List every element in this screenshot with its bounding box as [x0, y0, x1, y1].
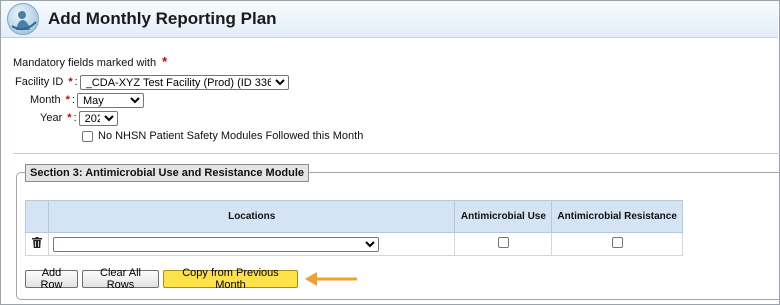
no-modules-label: No NHSN Patient Safety Modules Followed …	[98, 130, 364, 142]
add-row-button[interactable]: Add Row	[25, 267, 78, 291]
nhsn-logo-icon	[7, 3, 39, 35]
locations-table: Locations Antimicrobial Use Antimicrobia…	[25, 200, 683, 256]
page-title: Add Monthly Reporting Plan	[48, 9, 277, 28]
section-3-legend: Section 3: Antimicrobial Use and Resista…	[25, 164, 310, 182]
month-label-text: Month	[30, 94, 61, 106]
mandatory-note: Mandatory fields marked with *	[13, 54, 167, 69]
trash-icon[interactable]	[31, 237, 42, 251]
facility-label: Facility ID *:	[15, 76, 78, 88]
antimicrobial-use-column-header: Antimicrobial Use	[454, 200, 553, 233]
month-row: Month *: May	[30, 92, 144, 108]
antimicrobial-resistance-checkbox[interactable]	[611, 237, 623, 248]
facility-required-mark: *	[68, 76, 73, 88]
year-label: Year *:	[40, 112, 77, 124]
delete-column-header	[25, 200, 49, 233]
no-modules-checkbox[interactable]	[82, 130, 93, 142]
month-label: Month *:	[30, 94, 75, 106]
antimicrobial-use-checkbox[interactable]	[497, 237, 509, 248]
year-required-mark: *	[67, 112, 72, 124]
month-select[interactable]: May	[76, 92, 144, 108]
delete-cell	[25, 232, 49, 256]
locations-column-header: Locations	[47, 200, 456, 233]
divider	[13, 153, 780, 154]
antimicrobial-resistance-column-header: Antimicrobial Resistance	[551, 200, 683, 233]
location-select[interactable]	[52, 236, 379, 252]
required-mark: *	[162, 54, 168, 69]
pointer-arrow-icon	[305, 272, 357, 286]
mandatory-note-text: Mandatory fields marked with	[13, 57, 157, 69]
facility-select[interactable]: _CDA-XYZ Test Facility (Prod) (ID 33617)	[79, 74, 289, 90]
facility-row: Facility ID *: _CDA-XYZ Test Facility (P…	[15, 74, 289, 90]
antimicrobial-resistance-cell	[551, 232, 683, 256]
table-header-row: Locations Antimicrobial Use Antimicrobia…	[25, 200, 683, 233]
clear-all-rows-button[interactable]: Clear All Rows	[82, 267, 159, 291]
table-row	[25, 232, 683, 256]
facility-label-text: Facility ID	[15, 76, 64, 88]
year-label-text: Year	[40, 112, 63, 124]
antimicrobial-use-cell	[454, 232, 553, 256]
copy-from-previous-month-button[interactable]: Copy from Previous Month	[163, 267, 298, 291]
no-modules-row: No NHSN Patient Safety Modules Followed …	[82, 130, 363, 142]
year-select[interactable]: 2026	[78, 110, 118, 126]
location-cell	[47, 232, 456, 256]
month-required-mark: *	[65, 94, 70, 106]
year-row: Year *: 2026	[40, 110, 118, 126]
page-header: Add Monthly Reporting Plan	[1, 1, 778, 38]
